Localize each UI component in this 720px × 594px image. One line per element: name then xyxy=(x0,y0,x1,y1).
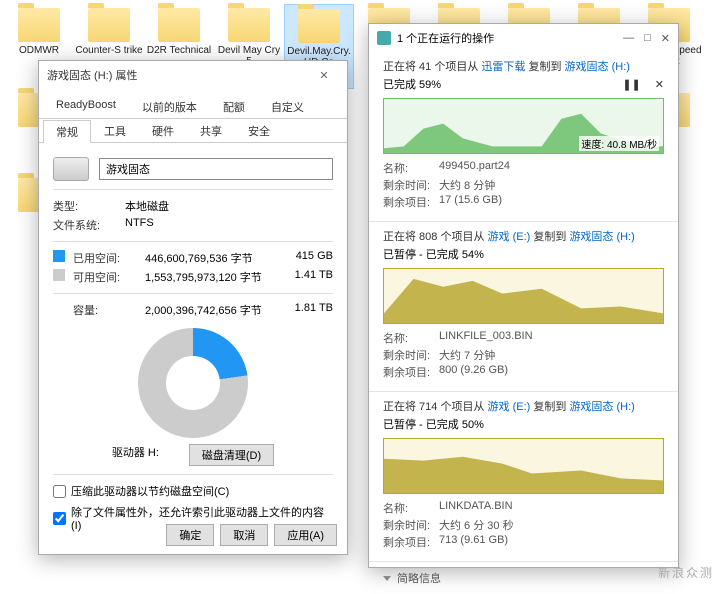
name-value: LINKDATA.BIN xyxy=(439,500,513,516)
op-header: 正在将 714 个项目从 游戏 (E:) 复制到 游戏固态 (H:) xyxy=(383,398,664,414)
folder-icon xyxy=(298,9,340,43)
folder-icon xyxy=(158,8,200,42)
transfer-graph xyxy=(383,268,664,324)
name-label: 名称: xyxy=(383,500,439,516)
apply-button[interactable]: 应用(A) xyxy=(274,524,337,546)
operations-list: 正在将 41 个项目从 迅雷下载 复制到 游戏固态 (H:) 已完成 59% ❚❚ ✕… xyxy=(369,52,678,562)
type-label: 类型: xyxy=(53,198,125,214)
time-label: 剩余时间: xyxy=(383,177,439,193)
compress-checkbox[interactable]: 压缩此驱动器以节约磁盘空间(C) xyxy=(53,483,333,499)
time-label: 剩余时间: xyxy=(383,347,439,363)
time-value: 大约 8 分钟 xyxy=(439,177,495,193)
time-value: 大约 7 分钟 xyxy=(439,347,495,363)
src-link[interactable]: 游戏 (E:) xyxy=(488,231,531,243)
chevron-down-icon xyxy=(383,576,391,581)
cap-bytes: 2,000,396,742,656 字节 xyxy=(145,302,283,318)
remain-value: 800 (9.26 GB) xyxy=(439,364,508,380)
fs-value: NTFS xyxy=(125,217,333,233)
tab-安全[interactable]: 安全 xyxy=(235,119,283,142)
remain-label: 剩余项目: xyxy=(383,194,439,210)
ok-button[interactable]: 确定 xyxy=(166,524,214,546)
op-status: 已暂停 - 已完成 54% xyxy=(383,246,484,262)
time-label: 剩余时间: xyxy=(383,517,439,533)
disk-cleanup-button[interactable]: 磁盘清理(D) xyxy=(189,444,274,466)
tab-工具[interactable]: 工具 xyxy=(91,119,139,142)
maximize-icon[interactable]: □ xyxy=(644,32,651,45)
transfer-icon xyxy=(377,31,391,45)
copy-operation: 正在将 41 个项目从 迅雷下载 复制到 游戏固态 (H:) 已完成 59% ❚❚ ✕… xyxy=(369,52,678,222)
tabs-row-2: 常规工具硬件共享安全 xyxy=(39,119,347,143)
folder-icon xyxy=(228,8,270,42)
used-human: 415 GB xyxy=(283,250,333,266)
tab-硬件[interactable]: 硬件 xyxy=(139,119,187,142)
cancel-icon[interactable]: ✕ xyxy=(655,78,664,91)
fs-label: 文件系统: xyxy=(53,217,125,233)
watermark: 新浪众测 xyxy=(658,564,714,581)
minimize-icon[interactable]: — xyxy=(623,32,634,45)
tab-配额[interactable]: 配额 xyxy=(210,95,258,118)
pause-icon[interactable]: ❚❚ xyxy=(622,78,640,91)
free-label: 可用空间: xyxy=(73,269,145,285)
op-header: 正在将 808 个项目从 游戏 (E:) 复制到 游戏固态 (H:) xyxy=(383,228,664,244)
cap-human: 1.81 TB xyxy=(283,302,333,318)
transfer-graph: 速度: 40.8 MB/秒 xyxy=(383,98,664,154)
op-status: 已完成 59% xyxy=(383,76,441,92)
cancel-button[interactable]: 取消 xyxy=(220,524,268,546)
free-color-icon xyxy=(53,269,65,281)
tab-以前的版本[interactable]: 以前的版本 xyxy=(129,95,210,118)
folder-label: ODMWR xyxy=(19,45,59,56)
title-text: 游戏固态 (H:) 属性 xyxy=(47,67,137,83)
tab-ReadyBoost[interactable]: ReadyBoost xyxy=(43,95,129,118)
copy-progress-dialog: 1 个正在运行的操作 — □ ✕ 正在将 41 个项目从 迅雷下载 复制到 游戏固态… xyxy=(368,23,679,568)
time-value: 大约 6 分 30 秒 xyxy=(439,517,514,533)
used-label: 已用空间: xyxy=(73,250,145,266)
name-label: 名称: xyxy=(383,160,439,176)
folder-icon xyxy=(18,8,60,42)
name-label: 名称: xyxy=(383,330,439,346)
usage-chart xyxy=(138,328,248,438)
dst-link[interactable]: 游戏固态 (H:) xyxy=(565,61,630,73)
dst-link[interactable]: 游戏固态 (H:) xyxy=(569,231,634,243)
folder-label: D2R Technical xyxy=(147,45,211,56)
free-bytes: 1,553,795,973,120 字节 xyxy=(145,269,283,285)
dst-link[interactable]: 游戏固态 (H:) xyxy=(569,401,634,413)
details-toggle[interactable]: 简略信息 xyxy=(369,562,678,594)
speed-label: 速度: 40.8 MB/秒 xyxy=(579,136,659,151)
volume-name-input[interactable] xyxy=(99,158,333,180)
copy-title: 1 个正在运行的操作 xyxy=(397,30,494,46)
titlebar[interactable]: 游戏固态 (H:) 属性 ✕ xyxy=(39,61,347,89)
folder-label: Counter-S trike xyxy=(75,45,142,56)
src-link[interactable]: 游戏 (E:) xyxy=(488,401,531,413)
close-icon[interactable]: ✕ xyxy=(661,32,670,45)
free-human: 1.41 TB xyxy=(283,269,333,285)
tab-常规[interactable]: 常规 xyxy=(43,120,91,143)
cap-label: 容量: xyxy=(73,302,145,318)
copy-titlebar[interactable]: 1 个正在运行的操作 — □ ✕ xyxy=(369,24,678,52)
remain-value: 713 (9.61 GB) xyxy=(439,534,508,550)
copy-operation: 正在将 714 个项目从 游戏 (E:) 复制到 游戏固态 (H:) 已暂停 - … xyxy=(369,392,678,562)
used-bytes: 446,600,769,536 字节 xyxy=(145,250,283,266)
tab-自定义[interactable]: 自定义 xyxy=(258,95,317,118)
remain-label: 剩余项目: xyxy=(383,534,439,550)
close-icon[interactable]: ✕ xyxy=(309,69,339,82)
src-link[interactable]: 迅雷下载 xyxy=(481,61,525,73)
transfer-graph xyxy=(383,438,664,494)
remain-label: 剩余项目: xyxy=(383,364,439,380)
op-status: 已暂停 - 已完成 50% xyxy=(383,416,484,432)
drive-icon xyxy=(53,157,89,181)
properties-dialog: 游戏固态 (H:) 属性 ✕ ReadyBoost以前的版本配额自定义 常规工具… xyxy=(38,60,348,555)
copy-operation: 正在将 808 个项目从 游戏 (E:) 复制到 游戏固态 (H:) 已暂停 - … xyxy=(369,222,678,392)
name-value: LINKFILE_003.BIN xyxy=(439,330,533,346)
tabs-row-1: ReadyBoost以前的版本配额自定义 xyxy=(39,95,347,119)
op-header: 正在将 41 个项目从 迅雷下载 复制到 游戏固态 (H:) xyxy=(383,58,664,74)
name-value: 499450.part24 xyxy=(439,160,510,176)
drive-h-label: 驱动器 H: xyxy=(112,444,159,466)
folder-icon xyxy=(88,8,130,42)
type-value: 本地磁盘 xyxy=(125,198,333,214)
used-color-icon xyxy=(53,250,65,262)
remain-value: 17 (15.6 GB) xyxy=(439,194,502,210)
tab-共享[interactable]: 共享 xyxy=(187,119,235,142)
